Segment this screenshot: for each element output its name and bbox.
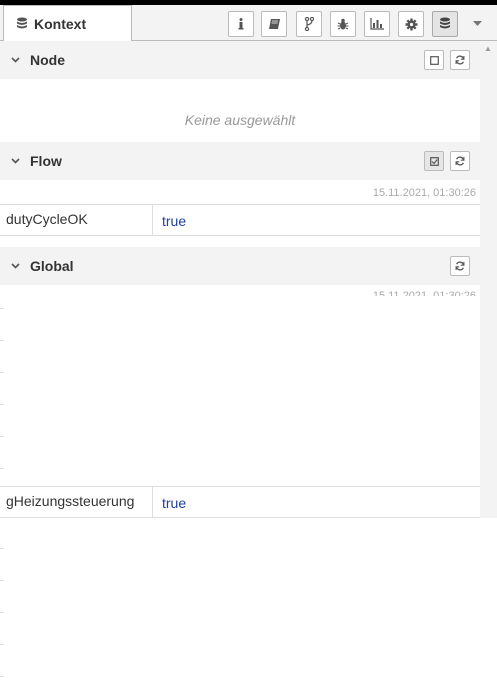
scrollbar[interactable] xyxy=(480,41,497,518)
node-section-header[interactable]: Node xyxy=(0,41,480,79)
tab-context[interactable]: Kontext xyxy=(3,5,132,41)
chevron-down-icon xyxy=(0,158,30,164)
global-refresh-button[interactable] xyxy=(450,256,470,276)
context-tab-button[interactable] xyxy=(432,11,458,37)
flow-refresh-button[interactable] xyxy=(450,151,470,171)
flow-timestamp: 15.11.2021, 01:30:26 xyxy=(372,187,476,199)
node-section-title: Node xyxy=(30,52,65,68)
flow-section-title: Flow xyxy=(30,153,62,169)
bug-icon xyxy=(337,18,349,29)
refresh-icon xyxy=(455,261,465,271)
settings-tab-button[interactable] xyxy=(398,11,424,37)
context-key: gHeizungssteuerung xyxy=(0,487,153,517)
config-tab-button[interactable] xyxy=(296,11,322,37)
database-icon xyxy=(17,17,27,28)
caret-down-icon xyxy=(472,20,482,26)
node-empty-message: Keine ausgewählt xyxy=(184,112,296,128)
help-tab-button[interactable] xyxy=(261,11,287,37)
checkbox-icon xyxy=(429,55,439,65)
node-refresh-button[interactable] xyxy=(450,50,470,70)
scroll-up-arrow[interactable]: ▲ xyxy=(484,44,492,53)
gear-icon xyxy=(405,18,417,30)
book-icon xyxy=(268,19,280,29)
global-section-header[interactable]: Global xyxy=(0,247,480,285)
flow-auto-refresh-toggle[interactable] xyxy=(424,151,444,171)
branch-icon xyxy=(304,17,314,31)
chevron-down-icon xyxy=(0,263,30,269)
database-icon xyxy=(440,17,450,29)
table-row[interactable]: dutyCycleOK true xyxy=(0,204,480,236)
refresh-icon xyxy=(455,55,465,65)
context-key: dutyCycleOK xyxy=(0,205,153,235)
checkbox-checked-icon xyxy=(429,156,439,166)
row-divider-ticks xyxy=(0,296,4,486)
tab-menu-dropdown[interactable] xyxy=(468,13,486,33)
row-divider-ticks xyxy=(0,518,4,689)
debug-tab-button[interactable] xyxy=(330,11,356,37)
context-value[interactable]: true xyxy=(162,495,186,511)
tab-context-label: Kontext xyxy=(34,15,87,32)
bar-chart-icon xyxy=(370,18,384,30)
dashboard-tab-button[interactable] xyxy=(364,11,390,37)
chevron-down-icon xyxy=(0,57,30,63)
info-tab-button[interactable] xyxy=(228,11,254,37)
table-row[interactable]: gHeizungssteuerung true xyxy=(0,486,480,518)
info-icon xyxy=(238,18,244,30)
global-section-title: Global xyxy=(30,258,74,274)
context-value[interactable]: true xyxy=(162,213,186,229)
node-auto-refresh-toggle[interactable] xyxy=(424,50,444,70)
refresh-icon xyxy=(455,156,465,166)
flow-section-header[interactable]: Flow xyxy=(0,142,480,180)
global-timestamp: 15.11.2021, 01:30:26 xyxy=(372,290,476,296)
